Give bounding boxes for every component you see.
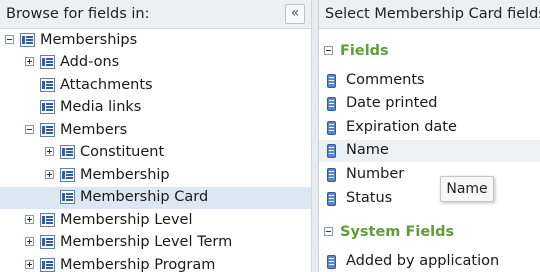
record-type-icon	[40, 55, 55, 69]
tree-node-members[interactable]: Members	[0, 120, 311, 142]
field-item-comments[interactable]: Comments	[319, 70, 540, 92]
tree-node-label: Membership Card	[80, 189, 209, 205]
record-type-icon	[40, 258, 55, 272]
collapse-section-icon[interactable]	[324, 227, 333, 236]
field-icon	[327, 97, 336, 111]
record-type-icon	[40, 123, 55, 137]
record-type-icon	[40, 78, 55, 92]
tree-node-label: Add-ons	[60, 54, 120, 70]
tree-node-label: Membership Level	[60, 212, 193, 228]
expand-toggle-icon[interactable]	[45, 147, 54, 156]
tree-node-label: Membership Level Term	[60, 234, 233, 250]
tree-node-label: Media links	[60, 99, 142, 115]
expand-toggle-icon[interactable]	[45, 170, 54, 179]
expand-toggle-icon[interactable]	[25, 237, 34, 246]
record-type-icon	[40, 100, 55, 114]
expand-toggle-icon[interactable]	[25, 215, 34, 224]
record-type-icon	[60, 168, 75, 182]
record-type-icon	[40, 213, 55, 227]
browse-fields-pane: Browse for fields in: « Memberships Add-…	[0, 0, 311, 272]
field-icon	[327, 144, 336, 158]
tree-node-attachments[interactable]: Attachments	[0, 75, 311, 97]
field-label: Expiration date	[346, 119, 457, 135]
select-fields-title: Select Membership Card fields:	[325, 6, 540, 22]
field-label: Comments	[346, 72, 425, 88]
tree-node-membership-level[interactable]: Membership Level	[0, 210, 311, 232]
tree-node-membership-card[interactable]: Membership Card	[0, 187, 311, 209]
tree-node-add-ons[interactable]: Add-ons	[0, 52, 311, 74]
tree-node-label: Attachments	[60, 77, 153, 93]
field-item-date-printed[interactable]: Date printed	[319, 93, 540, 115]
select-fields-pane: Select Membership Card fields: Fields Co…	[318, 0, 540, 272]
field-tooltip: Name	[440, 176, 494, 202]
field-item-expiration-date[interactable]: Expiration date	[319, 117, 540, 139]
tree-node-membership[interactable]: Membership	[0, 165, 311, 187]
collapse-pane-button[interactable]: «	[285, 4, 305, 24]
tree-node-label: Memberships	[40, 32, 138, 48]
tree-node-membership-level-term[interactable]: Membership Level Term	[0, 232, 311, 254]
field-item-number[interactable]: Number	[319, 164, 540, 186]
system-fields-section-header[interactable]: System Fields	[319, 221, 540, 243]
field-item-added-by-application[interactable]: Added by application	[319, 251, 540, 272]
tree-node-constituent[interactable]: Constituent	[0, 142, 311, 164]
collapse-toggle-icon[interactable]	[25, 125, 34, 134]
field-icon	[327, 74, 336, 88]
section-label: System Fields	[340, 224, 455, 240]
field-label: Name	[346, 142, 389, 158]
field-icon	[327, 192, 336, 206]
record-type-icon	[40, 235, 55, 249]
tree-node-membership-program[interactable]: Membership Program	[0, 255, 311, 272]
expand-toggle-icon[interactable]	[25, 57, 34, 66]
browse-fields-header: Browse for fields in: «	[0, 0, 311, 29]
tree-node-media-links[interactable]: Media links	[0, 97, 311, 119]
tree-node-memberships[interactable]: Memberships	[0, 30, 311, 52]
tree-node-label: Membership	[80, 167, 170, 183]
tree-node-label: Members	[60, 122, 128, 138]
field-label: Added by application	[346, 253, 500, 269]
section-label: Fields	[340, 43, 389, 59]
select-fields-header: Select Membership Card fields:	[319, 0, 540, 29]
record-type-icon	[20, 33, 35, 47]
expand-toggle-icon[interactable]	[25, 260, 34, 269]
tree-node-label: Membership Program	[60, 257, 216, 272]
field-label: Date printed	[346, 95, 438, 111]
collapse-toggle-icon[interactable]	[5, 35, 14, 44]
field-item-status[interactable]: Status	[319, 188, 540, 210]
fields-section-header[interactable]: Fields	[319, 40, 540, 62]
field-icon	[327, 121, 336, 135]
field-item-name[interactable]: Name	[319, 140, 540, 162]
record-type-icon	[60, 190, 75, 204]
field-label: Status	[346, 190, 393, 206]
record-type-icon	[60, 145, 75, 159]
field-icon	[327, 255, 336, 269]
field-icon	[327, 168, 336, 182]
collapse-section-icon[interactable]	[324, 46, 333, 55]
browse-fields-title: Browse for fields in:	[6, 6, 150, 22]
field-label: Number	[346, 166, 405, 182]
tree-node-label: Constituent	[80, 144, 165, 160]
